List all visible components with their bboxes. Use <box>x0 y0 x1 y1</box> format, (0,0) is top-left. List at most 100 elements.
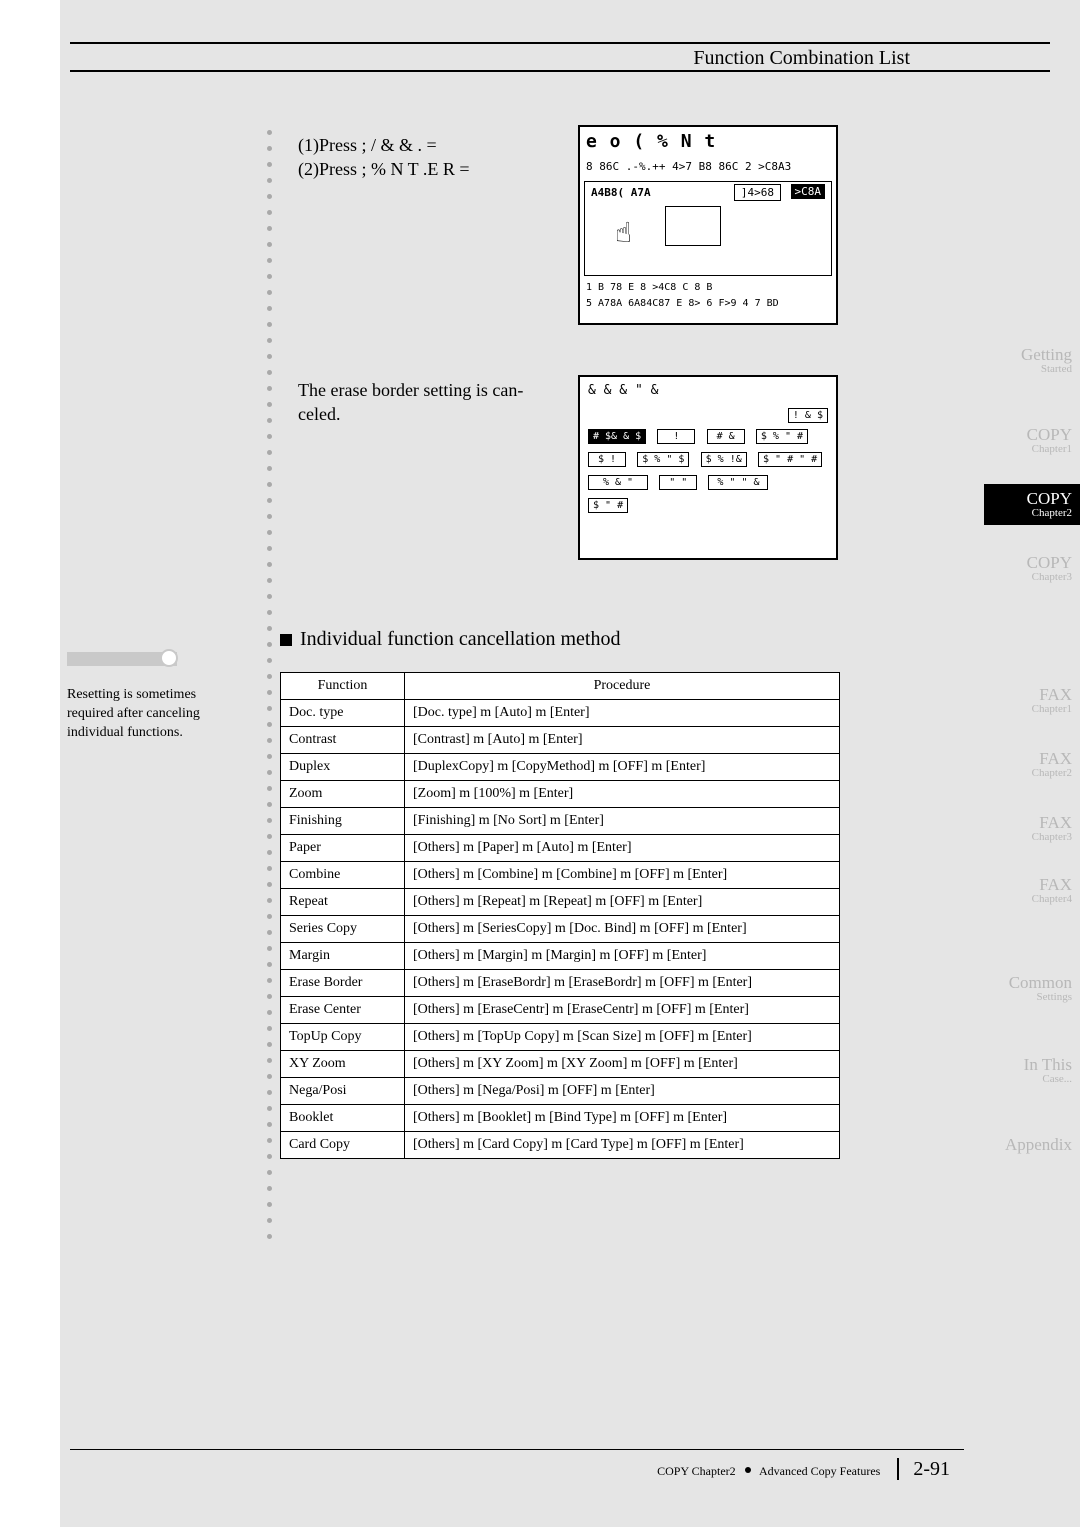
cell-procedure: [Others] m [EraseCentr] m [EraseCentr] m… <box>405 997 840 1024</box>
sidebar-tab-main: FAX <box>988 686 1072 704</box>
lcd2-r2d[interactable]: $ " # " # <box>758 452 822 467</box>
sidebar-tab-7[interactable]: FAXChapter4 <box>984 870 1080 911</box>
lcd2-row-tabs: ! & $ <box>580 404 836 408</box>
cell-function: Margin <box>281 943 405 970</box>
sidebar-tab-sub: Chapter3 <box>988 572 1072 584</box>
table-row: Margin[Others] m [Margin] m [Margin] m [… <box>281 943 840 970</box>
step-2-num: 2 <box>304 159 313 179</box>
lcd2-chip2[interactable]: ! <box>657 429 695 444</box>
lcd2-chip4[interactable]: $ % " # <box>756 429 808 444</box>
table-row: Card Copy[Others] m [Card Copy] m [Card … <box>281 1132 840 1159</box>
cell-procedure: [Others] m [Margin] m [Margin] m [OFF] m… <box>405 943 840 970</box>
sidebar-tab-sub: Chapter1 <box>988 444 1072 456</box>
sidebar-tab-sub: Chapter3 <box>988 832 1072 844</box>
step-2-text: Press ; % N T .E R = <box>319 159 470 179</box>
sidebar-tab-4[interactable]: FAXChapter1 <box>984 680 1080 721</box>
sidebar-tab-sub: Settings <box>988 992 1072 1004</box>
table-row: TopUp Copy[Others] m [TopUp Copy] m [Sca… <box>281 1024 840 1051</box>
hand-icon: ☝ <box>615 216 632 249</box>
lcd2-r2a[interactable]: $ ! <box>588 452 626 467</box>
lcd2-r3b[interactable]: " " <box>659 475 697 490</box>
lcd1-bottom2: 5 A78A 6A84C87 E 8> 6 F>9 4 7 BD <box>580 296 836 312</box>
cell-function: Doc. type <box>281 700 405 727</box>
cell-procedure: [Others] m [EraseBordr] m [EraseBordr] m… <box>405 970 840 997</box>
cell-procedure: [DuplexCopy] m [CopyMethod] m [OFF] m [E… <box>405 754 840 781</box>
lcd2-r4[interactable]: $ " # <box>588 498 628 513</box>
sidebar-tab-1[interactable]: COPYChapter1 <box>984 420 1080 461</box>
table-row: Zoom[Zoom] m [100%] m [Enter] <box>281 781 840 808</box>
lcd2-r3c[interactable]: % " " & <box>708 475 768 490</box>
cell-function: TopUp Copy <box>281 1024 405 1051</box>
footer: COPY Chapter2 Advanced Copy Features 2-9… <box>657 1458 950 1481</box>
cell-procedure: [Others] m [Booklet] m [Bind Type] m [OF… <box>405 1105 840 1132</box>
cell-function: Duplex <box>281 754 405 781</box>
section-heading-text: Individual function cancellation method <box>300 628 620 650</box>
sidebar-tab-2[interactable]: COPYChapter2 <box>984 484 1080 525</box>
header-band: Function Combination List <box>70 42 1050 72</box>
lcd2-row3: % & " " " % " " & <box>580 471 836 494</box>
cell-function: XY Zoom <box>281 1051 405 1078</box>
cell-procedure: [Others] m [Combine] m [Combine] m [OFF]… <box>405 862 840 889</box>
cell-function: Card Copy <box>281 1132 405 1159</box>
footer-chapter: COPY Chapter2 <box>657 1464 736 1478</box>
sidebar-tab-sub: Chapter1 <box>988 704 1072 716</box>
lcd1-button-b[interactable]: >C8A <box>791 184 826 199</box>
cell-procedure: [Finishing] m [No Sort] m [Enter] <box>405 808 840 835</box>
section-heading: Individual function cancellation method <box>280 628 620 651</box>
th-function: Function <box>281 673 405 700</box>
sidebar-tab-main: In This <box>988 1056 1072 1074</box>
lcd2-chip-right[interactable]: ! & $ <box>788 408 828 423</box>
lcd1-bottom1: 1 B 78 E 8 >4C8 C 8 B <box>580 280 836 296</box>
table-header-row: Function Procedure <box>281 673 840 700</box>
cell-procedure: [Others] m [Nega/Posi] m [OFF] m [Enter] <box>405 1078 840 1105</box>
table-row: Erase Center[Others] m [EraseCentr] m [E… <box>281 997 840 1024</box>
page-number: 2-91 <box>897 1458 950 1480</box>
erase-cancel-text: The erase border setting is can- celed. <box>298 378 523 427</box>
marginal-l1: Resetting is sometimes <box>67 686 247 705</box>
cell-procedure: [Others] m [XY Zoom] m [XY Zoom] m [OFF]… <box>405 1051 840 1078</box>
cell-function: Nega/Posi <box>281 1078 405 1105</box>
cell-function: Series Copy <box>281 916 405 943</box>
lcd2-r3a[interactable]: % & " <box>588 475 648 490</box>
lcd1-smallbox <box>665 206 721 246</box>
step-1-num: 1 <box>304 135 313 155</box>
sidebar-tab-sub: Chapter2 <box>988 508 1072 520</box>
cell-procedure: [Contrast] m [Auto] m [Enter] <box>405 727 840 754</box>
sidebar-tab-6[interactable]: FAXChapter3 <box>984 808 1080 849</box>
table-row: Repeat[Others] m [Repeat] m [Repeat] m [… <box>281 889 840 916</box>
cell-function: Repeat <box>281 889 405 916</box>
cell-procedure: [Others] m [Paper] m [Auto] m [Enter] <box>405 835 840 862</box>
square-bullet-icon <box>280 634 292 646</box>
lcd2-top: & & & " & <box>580 377 836 404</box>
sidebar-tab-main: FAX <box>988 750 1072 768</box>
cell-function: Contrast <box>281 727 405 754</box>
table-row: Paper[Others] m [Paper] m [Auto] m [Ente… <box>281 835 840 862</box>
table-row: Contrast[Contrast] m [Auto] m [Enter] <box>281 727 840 754</box>
sidebar-tab-3[interactable]: COPYChapter3 <box>984 548 1080 589</box>
sidebar: GettingStartedCOPYChapter1COPYChapter2CO… <box>974 0 1080 1527</box>
lcd2-r2c[interactable]: $ % !& <box>701 452 747 467</box>
sidebar-tab-0[interactable]: GettingStarted <box>984 340 1080 381</box>
sidebar-tab-10[interactable]: Appendix <box>984 1130 1080 1160</box>
lcd2-row2: $ ! $ % " $ $ % !& $ " # " # <box>580 448 836 471</box>
lcd2-r2b[interactable]: $ % " $ <box>637 452 689 467</box>
sidebar-tab-sub: Case... <box>988 1074 1072 1086</box>
lcd2-chip3[interactable]: # & <box>707 429 745 444</box>
sidebar-tab-9[interactable]: In ThisCase... <box>984 1050 1080 1091</box>
sidebar-tab-5[interactable]: FAXChapter2 <box>984 744 1080 785</box>
lcd2-chip1[interactable]: # $& & $ <box>588 429 646 444</box>
sidebar-tab-main: COPY <box>988 554 1072 572</box>
lcd1-button-a[interactable]: ]4>68 <box>734 184 781 201</box>
lcd-panel-1: e o ( % N t 8 86C .-%.++ 4>7 B8 86C 2 >C… <box>578 125 838 325</box>
dot-separator-icon <box>745 1467 751 1473</box>
table-row: Combine[Others] m [Combine] m [Combine] … <box>281 862 840 889</box>
table-row: Nega/Posi[Others] m [Nega/Posi] m [OFF] … <box>281 1078 840 1105</box>
sidebar-tab-main: FAX <box>988 814 1072 832</box>
footer-section: Advanced Copy Features <box>759 1464 880 1478</box>
erase-line1: The erase border setting is can- <box>298 378 523 402</box>
cell-function: Erase Center <box>281 997 405 1024</box>
th-procedure: Procedure <box>405 673 840 700</box>
sidebar-tab-8[interactable]: CommonSettings <box>984 968 1080 1009</box>
table-row: XY Zoom[Others] m [XY Zoom] m [XY Zoom] … <box>281 1051 840 1078</box>
sidebar-tab-main: Common <box>988 974 1072 992</box>
